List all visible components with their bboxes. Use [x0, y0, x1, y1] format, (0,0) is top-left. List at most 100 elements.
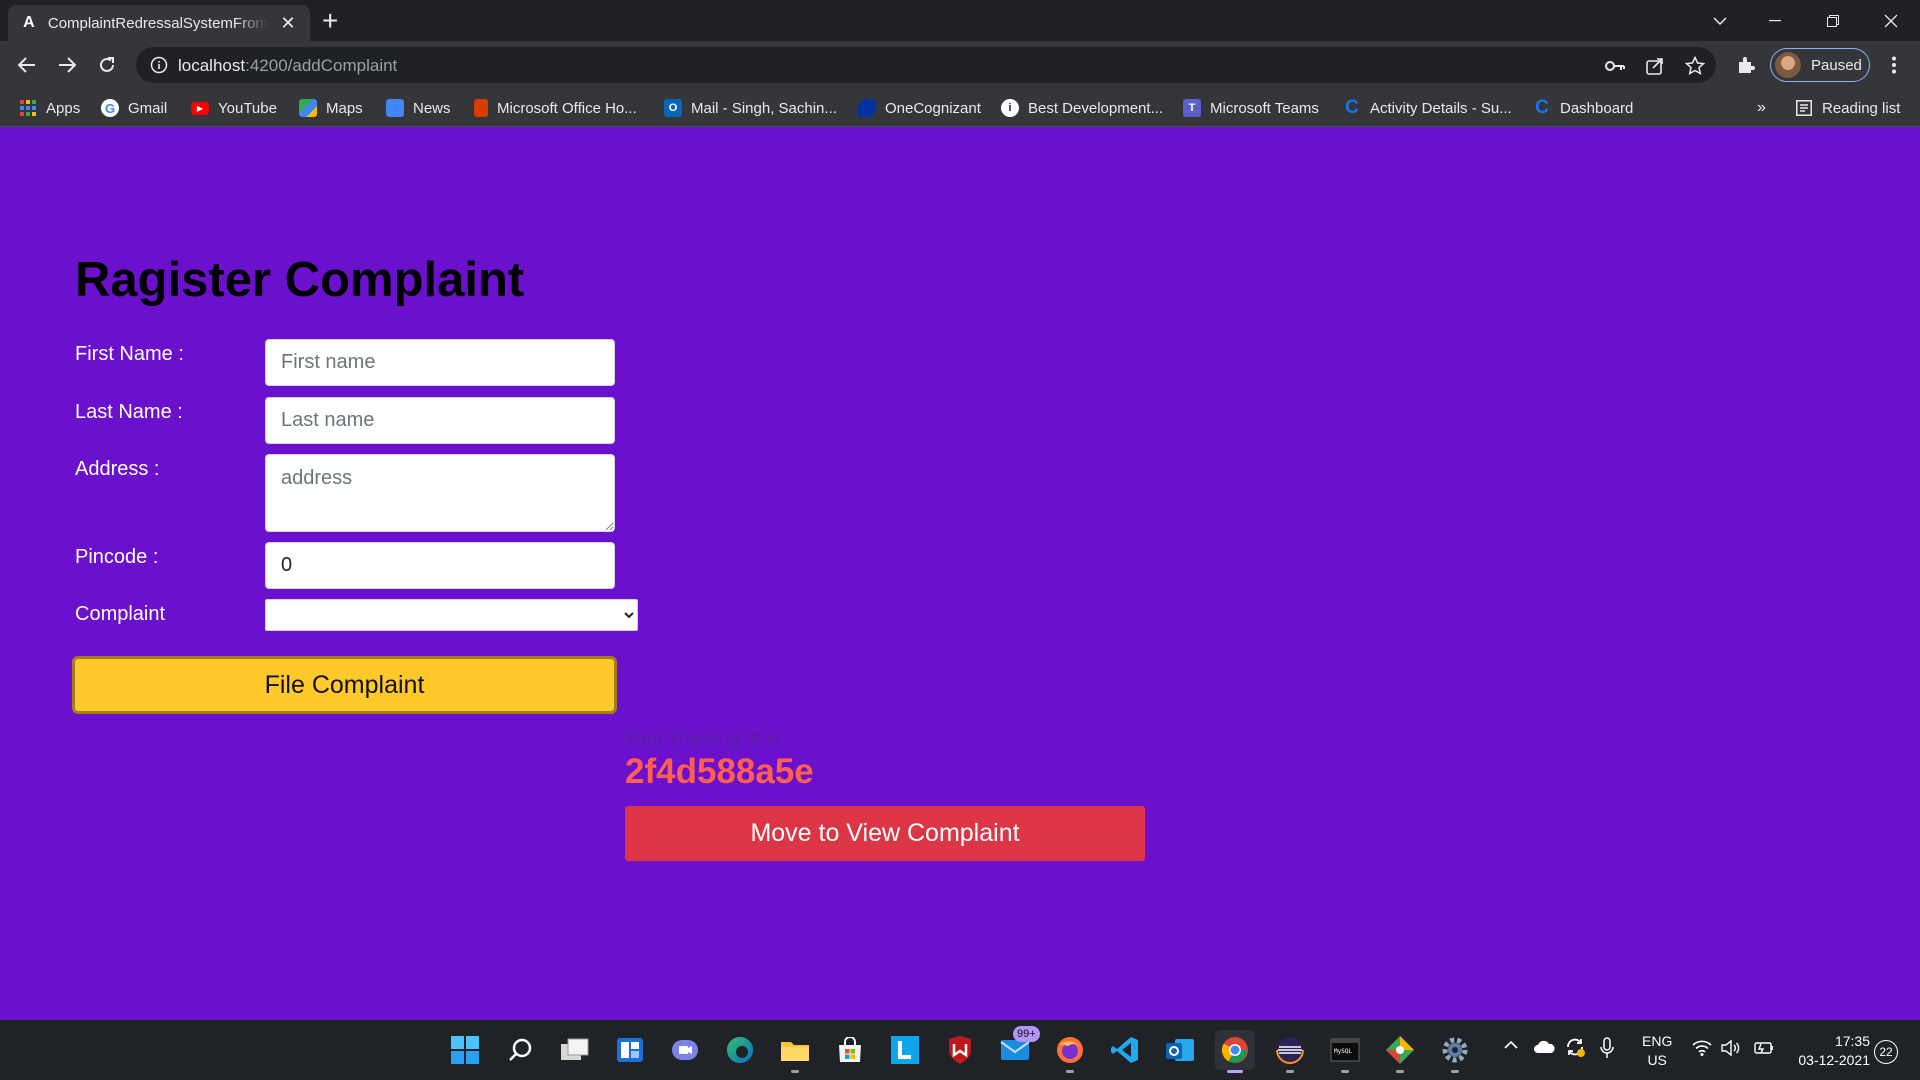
browser-toolbar: localhost:4200/addComplaint Paused: [0, 41, 1920, 89]
profile-button[interactable]: Paused: [1770, 48, 1870, 82]
profile-status: Paused: [1811, 56, 1862, 74]
wifi-icon[interactable]: [1692, 1040, 1712, 1059]
onedrive-cloud-icon[interactable]: [1533, 1040, 1555, 1057]
bookmark-maps[interactable]: Maps: [299, 97, 363, 119]
bookmark-label: Apps: [46, 99, 81, 117]
tracking-id-value: 2f4d588a5e: [625, 752, 814, 791]
url-text: localhost:4200/addComplaint: [178, 56, 398, 75]
windows-start-icon[interactable]: [445, 1030, 485, 1070]
reload-icon[interactable]: [91, 49, 123, 81]
tab-title: ComplaintRedressalSystemFrontend: [47, 14, 268, 32]
running-indicator: [1227, 1070, 1243, 1073]
bookmark-news[interactable]: News: [386, 97, 451, 119]
pincode-label: Pincode :: [75, 546, 159, 568]
bookmark-onecognizant[interactable]: OneCognizant: [858, 97, 981, 119]
battery-icon[interactable]: [1752, 1040, 1774, 1059]
site-info-icon[interactable]: [150, 56, 168, 79]
back-icon[interactable]: [11, 49, 43, 81]
microphone-icon[interactable]: [1600, 1037, 1614, 1062]
svg-text:MySQL: MySQL: [1334, 1048, 1352, 1055]
close-tab-icon[interactable]: ✕: [278, 13, 298, 34]
widgets-icon[interactable]: [610, 1030, 650, 1070]
google-icon: G: [101, 99, 119, 117]
bookmark-apps[interactable]: Apps: [19, 97, 80, 119]
bookmarks-bar: Apps G Gmail ▶ YouTube Maps News Microso…: [0, 89, 1920, 127]
firefox-icon[interactable]: [1050, 1030, 1090, 1073]
password-key-icon[interactable]: [1604, 55, 1626, 77]
chrome-menu-icon[interactable]: [1878, 49, 1910, 81]
bookmark-label: Mail - Singh, Sachin...: [691, 99, 837, 117]
address-textarea[interactable]: [265, 454, 615, 532]
close-window-icon[interactable]: [1868, 0, 1914, 41]
language-indicator[interactable]: ENG US: [1642, 1032, 1672, 1070]
reading-list-button[interactable]: Reading list: [1795, 97, 1900, 119]
reading-list-label: Reading list: [1822, 99, 1901, 117]
tab-strip: A ComplaintRedressalSystemFrontend ✕ +: [0, 0, 1920, 41]
app-diamond-icon[interactable]: [1380, 1030, 1420, 1073]
running-indicator: [1341, 1070, 1349, 1073]
bookmark-activity-details[interactable]: C Activity Details - Su...: [1343, 97, 1512, 119]
bookmark-label: Microsoft Teams: [1210, 99, 1319, 117]
volume-icon[interactable]: [1721, 1039, 1741, 1059]
bookmarks-overflow[interactable]: »: [1757, 97, 1766, 119]
bookmark-best-development[interactable]: i Best Development...: [1001, 97, 1163, 119]
search-icon[interactable]: [500, 1030, 540, 1070]
eclipse-icon[interactable]: [1270, 1030, 1310, 1073]
c-logo-icon: C: [1535, 97, 1549, 118]
globe-icon: i: [1001, 99, 1019, 117]
chrome-taskbar-icon[interactable]: [1215, 1030, 1255, 1073]
page-title: Ragister Complaint: [75, 253, 525, 307]
bookmark-label: OneCognizant: [885, 99, 981, 117]
microsoft-store-icon[interactable]: [830, 1030, 870, 1070]
share-icon[interactable]: [1644, 55, 1666, 77]
l-app-icon[interactable]: [885, 1030, 925, 1070]
office-icon: [474, 99, 488, 117]
settings-gear-icon[interactable]: [1435, 1030, 1475, 1073]
browser-tab[interactable]: A ComplaintRedressalSystemFrontend ✕: [8, 5, 310, 41]
edge-browser-icon[interactable]: [720, 1030, 760, 1070]
new-tab-icon[interactable]: +: [322, 6, 338, 36]
apps-grid-icon: [19, 99, 37, 117]
reading-list-icon: [1795, 99, 1813, 117]
minimize-icon[interactable]: [1752, 0, 1798, 41]
bookmark-star-icon[interactable]: [1684, 55, 1706, 77]
teams-chat-icon[interactable]: [665, 1030, 705, 1070]
system-clock[interactable]: 17:35 03-12-2021: [1790, 1032, 1870, 1070]
view-complaint-button[interactable]: Move to View Complaint: [625, 806, 1145, 861]
restore-icon[interactable]: [1810, 0, 1856, 41]
file-complaint-button[interactable]: File Complaint: [72, 656, 617, 714]
file-explorer-icon[interactable]: [775, 1030, 815, 1073]
bookmark-gmail[interactable]: G Gmail: [101, 97, 167, 119]
running-indicator: [791, 1070, 799, 1073]
windows-taskbar: 99+ MySQL ENG US 17:35 03-12-2021 22: [0, 1020, 1920, 1080]
bookmark-youtube[interactable]: ▶ YouTube: [191, 97, 277, 119]
outlook-icon[interactable]: [1160, 1030, 1200, 1070]
bookmark-label: Gmail: [128, 99, 168, 117]
bookmark-label: Dashboard: [1560, 99, 1634, 117]
last-name-input[interactable]: [265, 397, 615, 444]
address-bar[interactable]: localhost:4200/addComplaint: [136, 47, 1716, 83]
vscode-icon[interactable]: [1105, 1030, 1145, 1070]
clock-date: 03-12-2021: [1798, 1052, 1870, 1068]
first-name-input[interactable]: [265, 339, 615, 386]
task-view-icon[interactable]: [555, 1030, 595, 1070]
tray-chevron-up-icon[interactable]: [1504, 1038, 1518, 1053]
notification-count-badge[interactable]: 22: [1874, 1040, 1898, 1064]
bookmark-dashboard[interactable]: C Dashboard: [1533, 97, 1633, 119]
tab-search-icon[interactable]: [1700, 0, 1740, 41]
bookmark-office[interactable]: Microsoft Office Ho...: [474, 97, 637, 119]
sync-icon[interactable]: [1564, 1036, 1586, 1061]
teams-icon: T: [1183, 99, 1201, 117]
forward-icon[interactable]: [51, 49, 83, 81]
bookmark-mail[interactable]: O Mail - Singh, Sachin...: [664, 97, 837, 119]
language-code: ENG: [1642, 1033, 1673, 1049]
running-indicator: [1451, 1070, 1459, 1073]
mcafee-icon[interactable]: [940, 1030, 980, 1070]
bookmark-teams[interactable]: T Microsoft Teams: [1183, 97, 1319, 119]
mail-icon[interactable]: 99+: [995, 1026, 1040, 1070]
mysql-terminal-icon[interactable]: MySQL: [1325, 1030, 1365, 1073]
complaint-select[interactable]: [265, 599, 638, 631]
extensions-icon[interactable]: [1730, 49, 1762, 81]
pincode-input[interactable]: [265, 542, 615, 589]
bookmark-label: News: [413, 99, 451, 117]
